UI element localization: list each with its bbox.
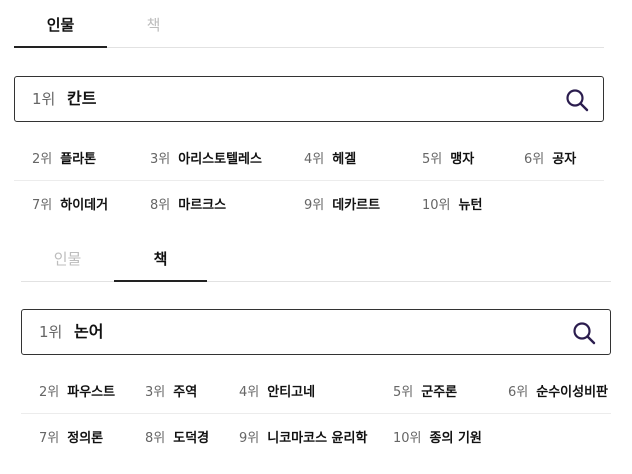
rank-number: 10위	[422, 198, 451, 213]
rank-number: 10위	[393, 431, 422, 446]
rank-number: 2위	[32, 152, 53, 167]
rank-number: 9위	[304, 198, 325, 213]
rank-name: 헤겔	[332, 152, 357, 167]
tab-bar: 인물 책	[14, 10, 604, 48]
rank-number: 5위	[422, 152, 443, 167]
rank-item[interactable]: 4위 안티고네	[239, 381, 315, 401]
tab-people[interactable]: 인물	[21, 244, 114, 282]
tab-bar: 인물 책	[21, 244, 611, 282]
rank-item[interactable]: 6위 공자	[524, 148, 576, 168]
rank-name: 군주론	[421, 385, 458, 400]
rank-number: 3위	[145, 385, 166, 400]
rank-name: 종의 기원	[429, 431, 482, 446]
rank-number: 3위	[150, 152, 171, 167]
rank-item[interactable]: 5위 군주론	[393, 381, 457, 401]
rank-name: 플라톤	[60, 152, 97, 167]
rank-item[interactable]: 7위 하이데거	[32, 194, 108, 214]
rank-name: 아리스토텔레스	[178, 152, 262, 167]
top-rank-term: 논어	[74, 322, 104, 341]
rank-item[interactable]: 5위 맹자	[422, 148, 474, 168]
rank-item[interactable]: 9위 데카르트	[304, 194, 380, 214]
rank-name: 순수이성비판	[536, 385, 608, 400]
rank-name: 하이데거	[60, 198, 109, 213]
top-rank-number: 1위	[32, 90, 56, 108]
rank-number: 8위	[145, 431, 166, 446]
rank-name: 주역	[173, 385, 198, 400]
rank-number: 2위	[39, 385, 60, 400]
top-rank-box[interactable]: 1위 칸트	[14, 76, 604, 122]
rank-number: 6위	[508, 385, 529, 400]
row-divider	[14, 180, 604, 181]
rank-item[interactable]: 9위 니코마코스 윤리학	[239, 427, 367, 447]
rank-name: 안티고네	[267, 385, 316, 400]
rank-number: 5위	[393, 385, 414, 400]
rank-name: 도덕경	[173, 431, 210, 446]
row-divider	[21, 413, 611, 414]
rank-name: 뉴턴	[458, 198, 483, 213]
rank-name: 마르크스	[178, 198, 227, 213]
rank-name: 데카르트	[332, 198, 381, 213]
rank-name: 정의론	[67, 431, 104, 446]
rank-item[interactable]: 10위 종의 기원	[393, 427, 482, 447]
rank-item[interactable]: 8위 마르크스	[150, 194, 226, 214]
tab-books[interactable]: 책	[107, 10, 200, 48]
rank-name: 공자	[552, 152, 577, 167]
rank-item[interactable]: 2위 파우스트	[39, 381, 115, 401]
rank-item[interactable]: 4위 헤겔	[304, 148, 356, 168]
rank-item[interactable]: 10위 뉴턴	[422, 194, 482, 214]
search-icon[interactable]	[572, 321, 596, 345]
rank-item[interactable]: 2위 플라톤	[32, 148, 96, 168]
top-rank-box[interactable]: 1위 논어	[21, 309, 611, 355]
rank-item[interactable]: 8위 도덕경	[145, 427, 209, 447]
rank-number: 7위	[32, 198, 53, 213]
top-rank-number: 1위	[39, 323, 63, 341]
rank-item[interactable]: 3위 아리스토텔레스	[150, 148, 262, 168]
rank-number: 7위	[39, 431, 60, 446]
rank-name: 파우스트	[67, 385, 116, 400]
rank-item[interactable]: 3위 주역	[145, 381, 197, 401]
rank-name: 니코마코스 윤리학	[267, 431, 368, 446]
top-rank-term: 칸트	[67, 89, 97, 108]
rank-number: 4위	[239, 385, 260, 400]
rank-name: 맹자	[450, 152, 475, 167]
rank-number: 8위	[150, 198, 171, 213]
rank-number: 9위	[239, 431, 260, 446]
rank-number: 6위	[524, 152, 545, 167]
rank-item[interactable]: 7위 정의론	[39, 427, 103, 447]
tab-books[interactable]: 책	[114, 244, 207, 282]
search-icon[interactable]	[565, 88, 589, 112]
tab-people[interactable]: 인물	[14, 10, 107, 48]
rank-item[interactable]: 6위 순수이성비판	[508, 381, 608, 401]
rank-number: 4위	[304, 152, 325, 167]
